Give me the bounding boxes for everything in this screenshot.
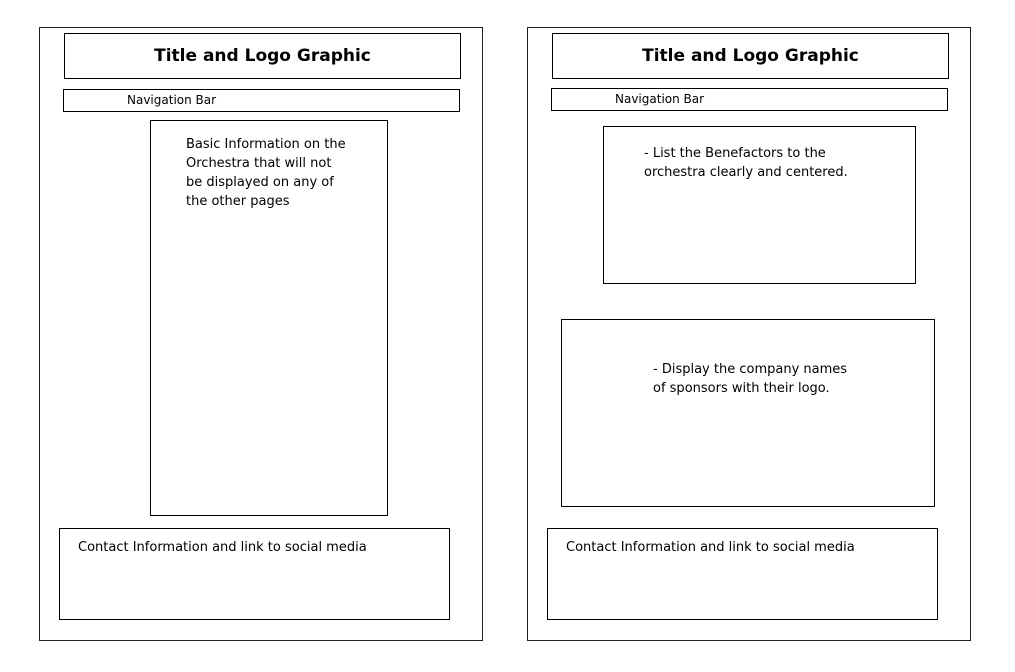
right-benefactors-line-2: orchestra clearly and centered. xyxy=(644,165,848,180)
right-title-text: Title and Logo Graphic xyxy=(642,46,859,66)
right-sponsors-line-2: of sponsors with their logo. xyxy=(653,381,830,396)
left-main-line-3: be displayed on any of xyxy=(186,175,334,190)
left-title-text: Title and Logo Graphic xyxy=(154,46,371,66)
right-nav-label: Navigation Bar xyxy=(615,92,705,106)
right-benefactors-text: - List the Benefactors to the orchestra … xyxy=(644,144,848,182)
left-nav-label: Navigation Bar xyxy=(127,93,217,107)
right-title-box: Title and Logo Graphic xyxy=(552,33,949,79)
left-main-line-1: Basic Information on the xyxy=(186,137,346,152)
right-sponsors-text: - Display the company names of sponsors … xyxy=(653,360,847,398)
left-main-text: Basic Information on the Orchestra that … xyxy=(186,135,346,211)
left-title-box: Title and Logo Graphic xyxy=(64,33,461,79)
left-nav-bar: Navigation Bar xyxy=(63,89,460,112)
left-footer-text: Contact Information and link to social m… xyxy=(78,540,367,555)
right-nav-bar: Navigation Bar xyxy=(551,88,948,111)
right-benefactors-line-1: - List the Benefactors to the xyxy=(644,146,826,161)
right-benefactors-box: - List the Benefactors to the orchestra … xyxy=(603,126,916,284)
right-sponsors-box: - Display the company names of sponsors … xyxy=(561,319,935,507)
right-footer-text: Contact Information and link to social m… xyxy=(566,540,855,555)
left-footer-box: Contact Information and link to social m… xyxy=(59,528,450,620)
right-sponsors-line-1: - Display the company names xyxy=(653,362,848,377)
right-footer-box: Contact Information and link to social m… xyxy=(547,528,938,620)
left-main-line-2: Orchestra that will not xyxy=(186,156,332,171)
left-main-content-box: Basic Information on the Orchestra that … xyxy=(150,120,388,516)
left-main-line-4: the other pages xyxy=(186,194,290,209)
